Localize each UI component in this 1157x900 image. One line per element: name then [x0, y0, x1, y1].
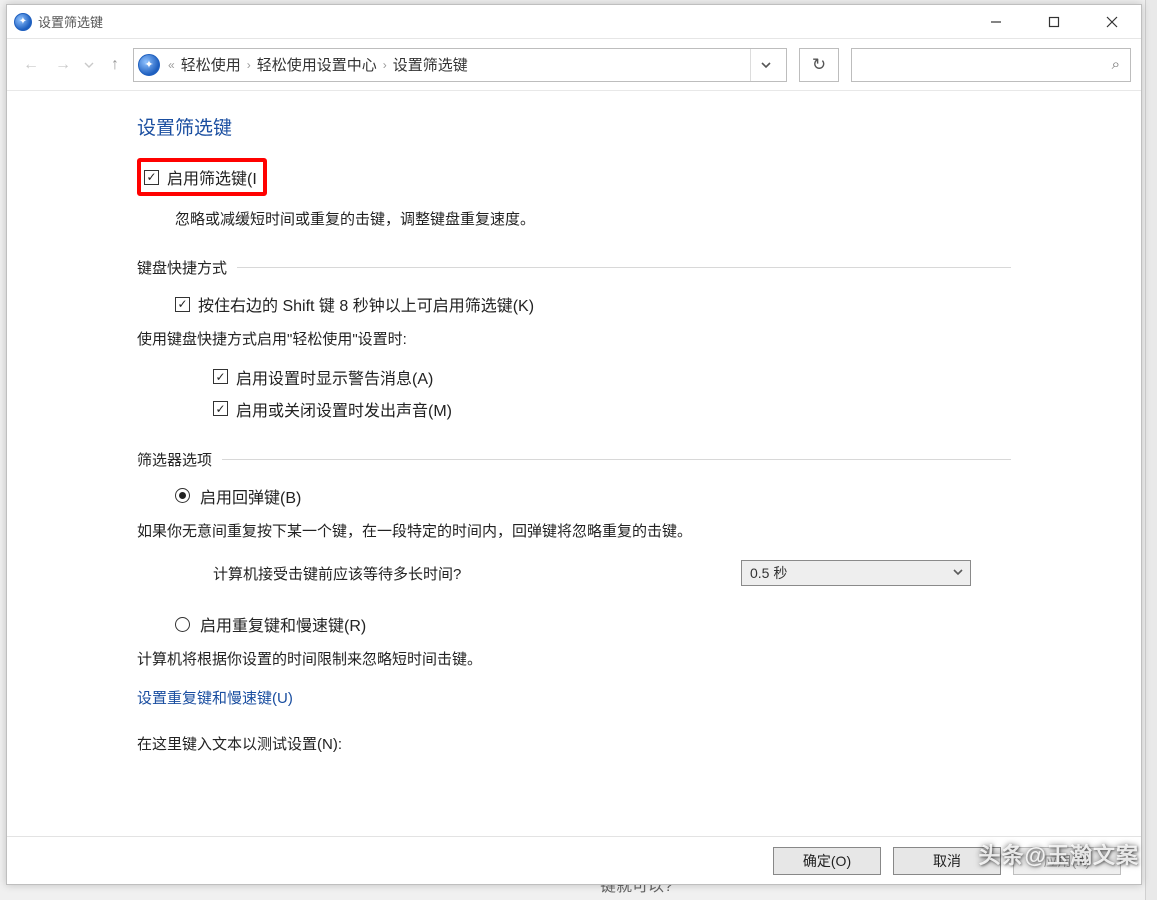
- nav-row: ← → ↑ ✦ « 轻松使用 › 轻松使用设置中心 › 设置筛选键 ↻ ⌕: [7, 39, 1141, 91]
- address-dropdown-button[interactable]: [750, 49, 780, 81]
- refresh-button[interactable]: ↻: [799, 48, 839, 82]
- back-button[interactable]: ←: [17, 51, 45, 79]
- path-icon: ✦: [138, 54, 160, 76]
- recent-dropdown[interactable]: [81, 51, 97, 79]
- breadcrumb-current[interactable]: 设置筛选键: [393, 54, 468, 75]
- show-warning-label[interactable]: 启用设置时显示警告消息(A): [236, 365, 433, 389]
- make-sound-label[interactable]: 启用或关闭设置时发出声音(M): [236, 397, 452, 421]
- repeat-slow-keys-radio[interactable]: [175, 617, 190, 632]
- test-label: 在这里键入文本以测试设置(N):: [137, 731, 1141, 760]
- group-keyboard-shortcut: 键盘快捷方式: [137, 257, 227, 278]
- repeat-slow-keys-desc: 计算机将根据你设置的时间限制来忽略短时间击键。: [137, 646, 1141, 675]
- show-warning-checkbox[interactable]: [213, 369, 228, 384]
- page-title: 设置筛选键: [137, 113, 1141, 140]
- breadcrumb-ease-of-access[interactable]: 轻松使用: [181, 54, 241, 75]
- bounce-keys-label[interactable]: 启用回弹键(B): [200, 484, 301, 508]
- enable-filter-keys-desc: 忽略或减缓短时间或重复的击键，调整键盘重复速度。: [175, 208, 1141, 229]
- make-sound-checkbox[interactable]: [213, 401, 228, 416]
- enable-filter-keys-checkbox[interactable]: [144, 170, 159, 185]
- chevron-left-icon: «: [168, 58, 175, 72]
- breadcrumb-sep-icon: ›: [247, 58, 251, 72]
- minimize-button[interactable]: [967, 5, 1025, 39]
- close-button[interactable]: [1083, 5, 1141, 39]
- divider: [222, 459, 1011, 460]
- filter-keys-window: ✦ 设置筛选键 ← → ↑ ✦ « 轻松使用 › 轻松: [6, 4, 1142, 885]
- forward-button[interactable]: →: [49, 51, 77, 79]
- watermark: 头条@玉瀚文案: [979, 838, 1139, 870]
- group-filter-options: 筛选器选项: [137, 449, 212, 470]
- ok-button[interactable]: 确定(O): [773, 847, 881, 875]
- hold-shift-checkbox[interactable]: [175, 297, 190, 312]
- when-using-label: 使用键盘快捷方式启用"轻松使用"设置时:: [137, 326, 1141, 355]
- footer: 确定(O) 取消 应用(A): [7, 836, 1141, 884]
- chevron-down-icon: [952, 565, 964, 581]
- wait-time-combo[interactable]: 0.5 秒: [741, 560, 971, 586]
- wait-time-label: 计算机接受击键前应该等待多长时间?: [213, 563, 461, 584]
- breadcrumb-center[interactable]: 轻松使用设置中心: [257, 54, 377, 75]
- title-bar: ✦ 设置筛选键: [7, 5, 1141, 39]
- repeat-slow-keys-label[interactable]: 启用重复键和慢速键(R): [200, 612, 366, 636]
- up-button[interactable]: ↑: [101, 51, 129, 79]
- bounce-keys-radio[interactable]: [175, 488, 190, 503]
- search-input[interactable]: ⌕: [851, 48, 1131, 82]
- app-icon: ✦: [14, 13, 32, 31]
- wait-time-value: 0.5 秒: [750, 563, 787, 583]
- maximize-button[interactable]: [1025, 5, 1083, 39]
- address-bar[interactable]: ✦ « 轻松使用 › 轻松使用设置中心 › 设置筛选键: [133, 48, 787, 82]
- search-icon: ⌕: [1112, 56, 1120, 73]
- enable-filter-keys-label[interactable]: 启用筛选键(I: [167, 165, 257, 189]
- window-title: 设置筛选键: [38, 12, 103, 31]
- hold-shift-label[interactable]: 按住右边的 Shift 键 8 秒钟以上可启用筛选键(K): [198, 292, 534, 316]
- repeat-slow-keys-link[interactable]: 设置重复键和慢速键(U): [137, 685, 1141, 714]
- breadcrumb-sep-icon: ›: [383, 58, 387, 72]
- content-area: 设置筛选键 启用筛选键(I 忽略或减缓短时间或重复的击键，调整键盘重复速度。 键…: [7, 91, 1141, 836]
- divider: [237, 267, 1011, 268]
- bounce-keys-desc: 如果你无意间重复按下某一个键，在一段特定的时间内，回弹键将忽略重复的击键。: [137, 518, 1141, 547]
- enable-filter-keys-highlight: 启用筛选键(I: [137, 158, 267, 196]
